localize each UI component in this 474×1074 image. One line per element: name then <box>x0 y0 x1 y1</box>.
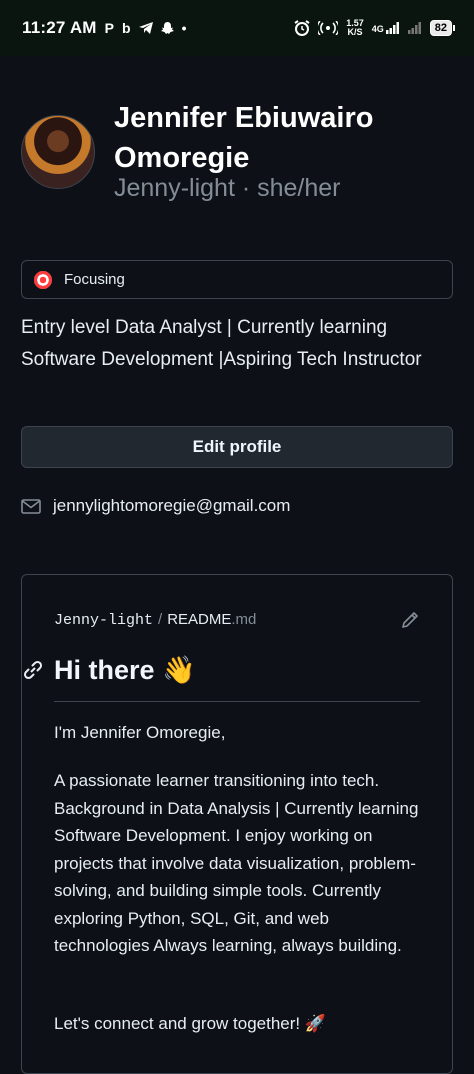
battery-icon: 82 <box>429 20 456 36</box>
hotspot-icon <box>318 21 339 35</box>
status-button[interactable]: Focusing <box>21 260 453 299</box>
profile-bio: Entry level Data Analyst | Currently lea… <box>21 317 422 370</box>
avatar[interactable] <box>21 115 95 189</box>
readme-paragraph-intro: I'm Jennifer Omoregie, <box>54 723 226 742</box>
telegram-icon <box>138 22 153 34</box>
readme-file-name[interactable]: README <box>167 611 231 628</box>
edit-profile-button[interactable]: Edit profile <box>21 426 453 468</box>
profile-header: Jennifer Ebiuwairo Omoregie Jenny-light … <box>21 98 461 218</box>
mail-icon <box>21 498 41 514</box>
readme-path: Jenny-light / README.md <box>54 611 256 629</box>
b-notification-icon: b <box>122 20 131 36</box>
path-separator: / <box>158 611 163 628</box>
readme-card: Jenny-light / README.md Hi there 👋 I'm Jen… <box>21 574 453 1074</box>
target-icon <box>34 270 52 289</box>
network-speed: 1.57 K/S <box>346 18 364 37</box>
email-row[interactable]: jennylightomoregie@gmail.com <box>21 496 290 516</box>
readme-paragraph-connect: Let's connect and grow together! 🚀 <box>54 1014 327 1033</box>
alarm-icon <box>294 20 310 36</box>
p-notification-icon: P <box>104 20 115 36</box>
email-link[interactable]: jennylightomoregie@gmail.com <box>53 496 290 516</box>
signal-4g-icon: 4G <box>372 22 400 34</box>
readme-owner-link[interactable]: Jenny-light <box>54 612 153 629</box>
readme-paragraph-about: A passionate learner transitioning into … <box>54 771 419 955</box>
snapchat-icon <box>160 21 174 34</box>
profile-name: Jennifer Ebiuwairo Omoregie <box>114 102 374 174</box>
readme-file-ext: .md <box>231 611 257 628</box>
status-label: Focusing <box>64 271 125 288</box>
profile-handle: Jenny-light · she/her <box>114 174 341 202</box>
readme-heading: Hi there 👋 <box>54 651 420 702</box>
signal-icon <box>407 22 421 34</box>
pencil-icon[interactable] <box>400 610 420 630</box>
more-notifications-dot: • <box>181 20 187 36</box>
status-time: 11:27 AM <box>22 18 97 37</box>
status-bar: 11:27 AM P b • 1.57 K/S 4G 82 <box>0 0 474 56</box>
link-icon[interactable] <box>22 659 44 681</box>
